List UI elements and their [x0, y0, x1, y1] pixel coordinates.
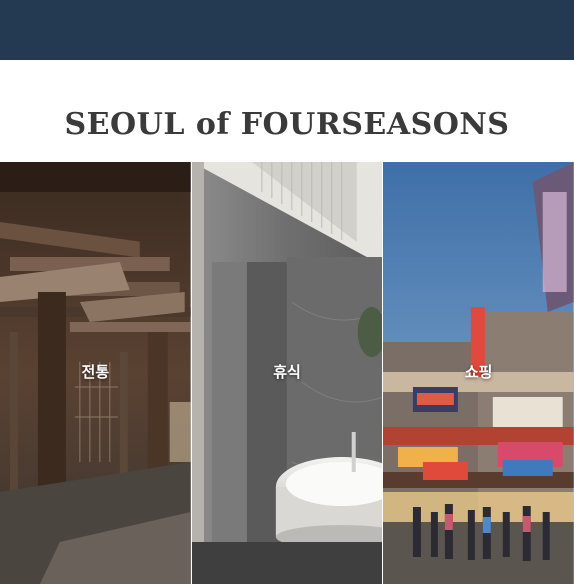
- tile-relax[interactable]: 휴식: [191, 162, 383, 584]
- top-header-bar: [0, 0, 574, 60]
- tile-relax-label: 휴식: [273, 363, 301, 381]
- tile-shopping[interactable]: 쇼핑: [383, 162, 574, 584]
- category-tiles: 전통 휴식 쇼핑: [0, 162, 574, 584]
- tile-shopping-label: 쇼핑: [464, 363, 493, 381]
- tile-traditional-label: 전통: [81, 363, 110, 381]
- page-title: SEOUL of FOURSEASONS: [64, 107, 510, 142]
- tile-traditional[interactable]: 전통: [0, 162, 191, 584]
